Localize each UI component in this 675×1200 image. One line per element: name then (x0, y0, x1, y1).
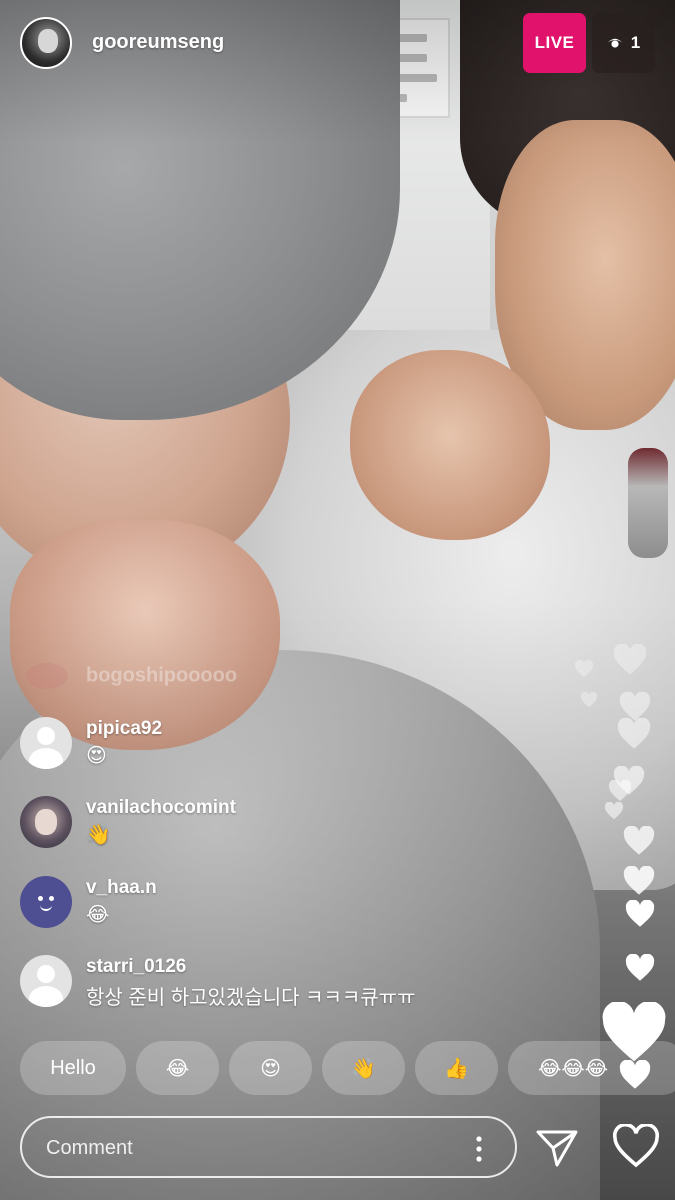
quick-reply-thumbs-up[interactable]: 👍 (415, 1041, 498, 1095)
comment-username[interactable]: pipica92 (86, 718, 162, 740)
viewer-count: 1 (630, 33, 641, 52)
photo-avatar[interactable] (20, 796, 72, 848)
comment-item[interactable]: starri_0126 항상 준비 하고있겠습니다 ㅋㅋㅋ큐ㅠㅠ (20, 955, 540, 1015)
comment-text: 😂 (86, 904, 110, 926)
quick-reply-wave[interactable]: 👋 (322, 1041, 405, 1095)
comment-username[interactable]: vanilachocomint (86, 797, 236, 819)
send-icon[interactable] (535, 1128, 579, 1168)
quick-reply-heart-eyes[interactable]: 😍 (229, 1041, 312, 1095)
quick-reply-triple-laugh[interactable]: 😂😂😂 (508, 1041, 675, 1095)
comment-username[interactable]: v_haa.n (86, 877, 157, 899)
default-avatar[interactable] (20, 717, 72, 769)
host-avatar[interactable] (20, 17, 72, 69)
comment-item[interactable]: v_haa.n 😂 (20, 876, 540, 936)
purple-blob-avatar[interactable] (20, 876, 72, 928)
comment-item[interactable]: vanilachocomint 👋 (20, 796, 540, 856)
comment-text: 😍 (86, 745, 107, 767)
comment-composer[interactable] (20, 1116, 517, 1178)
quick-reply-laugh[interactable]: 😂 (136, 1041, 219, 1095)
quick-reactions: Hello 😂 😍 👋 👍 😂😂😂 (20, 1041, 675, 1095)
live-header: gooreumseng LIVE 1 (0, 0, 675, 90)
live-video-frame (0, 0, 675, 1200)
faded-comment: bogoshipooooo (26, 663, 237, 689)
comment-username[interactable]: starri_0126 (86, 956, 186, 978)
live-badge: LIVE (523, 13, 586, 73)
viewer-count-badge[interactable]: 1 (592, 13, 655, 73)
faded-comment-username: bogoshipooooo (86, 664, 238, 687)
eye-icon (607, 38, 622, 48)
host-username[interactable]: gooreumseng (92, 31, 224, 54)
comment-text: 👋 (86, 824, 111, 846)
comment-text: 항상 준비 하고있겠습니다 ㅋㅋㅋ큐ㅠㅠ (86, 987, 416, 1009)
default-avatar[interactable] (20, 955, 72, 1007)
quick-reply-hello[interactable]: Hello (20, 1041, 126, 1095)
faded-avatar (26, 663, 68, 689)
comment-input[interactable] (46, 1132, 466, 1164)
more-options-icon[interactable] (469, 1135, 489, 1163)
heart-icon[interactable] (612, 1124, 660, 1168)
comment-item[interactable]: pipica92 😍 (20, 717, 540, 777)
